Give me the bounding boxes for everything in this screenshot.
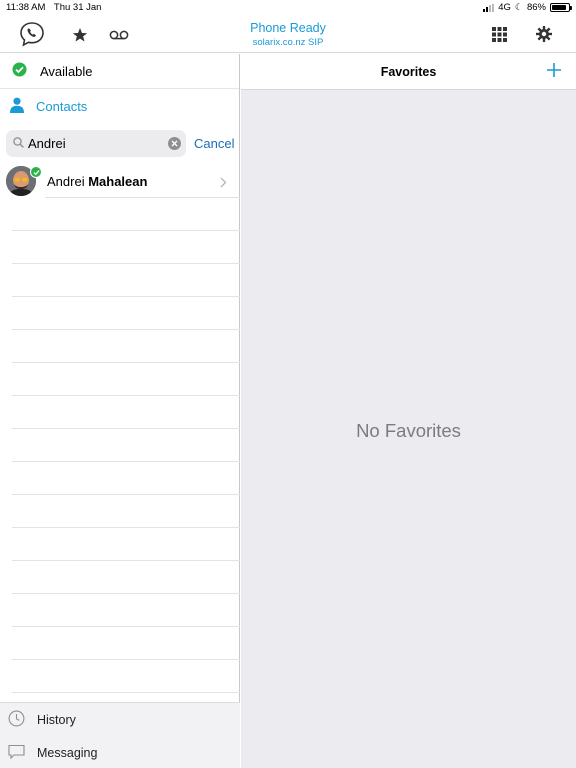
empty-row [12, 660, 240, 693]
search-field[interactable] [6, 130, 186, 157]
contact-last-name: Mahalean [88, 174, 148, 189]
empty-row [12, 330, 240, 363]
search-bar: Cancel [0, 129, 240, 159]
empty-list-rows [12, 198, 240, 693]
empty-row [12, 198, 240, 231]
person-icon [10, 97, 24, 116]
contact-row[interactable]: Andrei Mahalean [0, 164, 240, 198]
empty-row [12, 462, 240, 495]
battery-icon [550, 3, 572, 12]
presence-label: Available [40, 63, 93, 79]
chat-icon [8, 744, 25, 762]
contacts-label: Contacts [36, 99, 88, 114]
top-toolbar: Phone Ready solarix.co.nz SIP [0, 15, 576, 53]
empty-row [12, 528, 240, 561]
search-input[interactable] [28, 136, 158, 151]
favorites-panel: Favorites No Favorites [241, 54, 576, 768]
empty-row [12, 297, 240, 330]
empty-state-message: No Favorites [356, 420, 461, 441]
nav-messaging-label: Messaging [37, 745, 98, 760]
empty-row [12, 396, 240, 429]
empty-row [12, 231, 240, 264]
empty-row [12, 594, 240, 627]
favorites-header: Favorites [241, 54, 576, 90]
presence-selector[interactable]: Available [0, 54, 239, 89]
battery-fill [552, 5, 566, 10]
bottom-nav: History Messaging [0, 702, 240, 768]
nav-history[interactable]: History [0, 703, 240, 736]
add-favorite-icon[interactable] [546, 62, 562, 83]
battery-percent: 86% [526, 2, 546, 13]
page-title: Favorites [380, 65, 437, 79]
gear-icon[interactable] [535, 25, 553, 43]
contacts-sidebar: Available Contacts Cancel [0, 54, 240, 768]
clear-search-icon[interactable] [168, 137, 181, 150]
nav-history-label: History [37, 712, 76, 727]
online-status-icon [30, 166, 42, 178]
signal-icon [483, 3, 495, 12]
status-date: Thu 31 Jan [53, 2, 102, 13]
empty-row [12, 495, 240, 528]
network-type: 4G [498, 2, 511, 13]
chevron-right-icon [220, 175, 227, 193]
available-check-icon [12, 62, 27, 80]
cancel-button[interactable]: Cancel [194, 136, 234, 151]
search-icon [13, 135, 24, 153]
status-bar: 11:38 AM Thu 31 Jan 4G ☾ 86% [0, 0, 576, 15]
contacts-tab[interactable]: Contacts [0, 89, 239, 124]
moon-icon: ☾ [514, 2, 523, 12]
contact-name: Andrei Mahalean [47, 174, 147, 189]
status-time: 11:38 AM [6, 2, 46, 13]
keypad-icon[interactable] [490, 25, 508, 43]
empty-row [12, 627, 240, 660]
empty-row [12, 363, 240, 396]
nav-messaging[interactable]: Messaging [0, 736, 240, 768]
empty-row [12, 561, 240, 594]
contact-first-name: Andrei [47, 174, 85, 189]
empty-row [12, 429, 240, 462]
clock-icon [8, 710, 25, 730]
empty-row [12, 264, 240, 297]
